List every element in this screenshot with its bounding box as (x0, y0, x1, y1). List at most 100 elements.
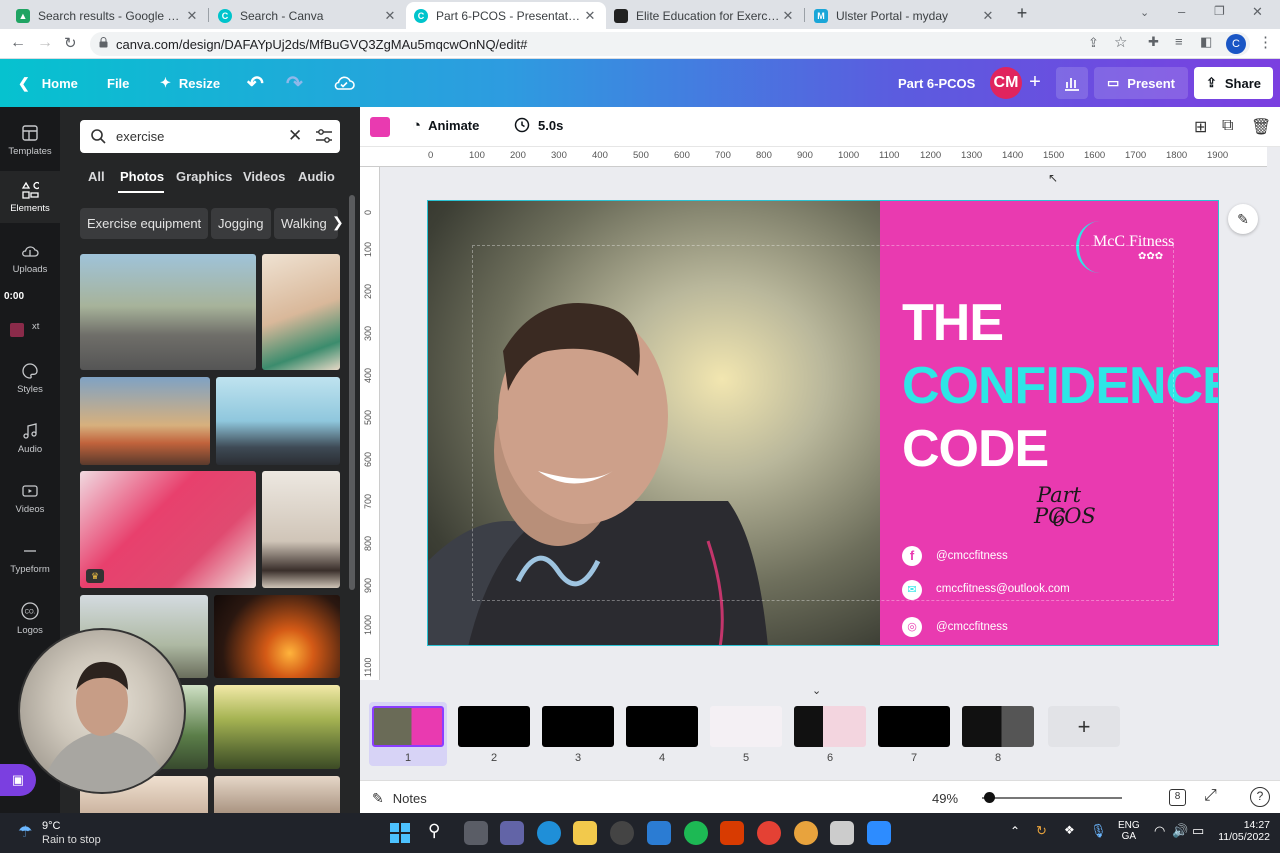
window-close-button[interactable]: ✕ (1252, 4, 1263, 20)
sync-icon[interactable]: ↻ (1036, 823, 1047, 839)
page-thumbnail-5[interactable] (710, 706, 782, 747)
wifi-icon[interactable]: ◠ (1154, 823, 1165, 839)
task-view-icon[interactable] (464, 821, 488, 845)
tab-elite-education[interactable]: Elite Education for Exercise Profe ✕ (606, 2, 804, 29)
file-explorer-icon[interactable] (573, 821, 597, 845)
side-panel-icon[interactable]: ◧ (1200, 34, 1212, 50)
rail-audio[interactable]: Audio (0, 413, 60, 463)
weather-icon[interactable]: ☂ (18, 822, 32, 842)
timing-button[interactable]: 5.0s (514, 117, 563, 133)
search-icon[interactable]: ⚲ (428, 821, 440, 841)
forward-arrow-icon[interactable]: → (37, 34, 53, 52)
redo-icon[interactable]: ↷ (286, 59, 303, 107)
page-thumbnail-2[interactable] (458, 706, 530, 747)
close-icon[interactable]: ✕ (780, 8, 796, 24)
profile-avatar[interactable]: C (1226, 34, 1246, 54)
minimize-button[interactable]: – (1178, 4, 1185, 19)
background-color-swatch[interactable] (370, 117, 390, 137)
suggestion-chip[interactable]: Exercise equipment (80, 208, 209, 239)
close-icon[interactable]: ✕ (184, 8, 200, 24)
rail-elements[interactable]: Elements (0, 171, 60, 223)
resize-button[interactable]: ✦ Resize (160, 59, 220, 107)
photo-thumbnail[interactable] (216, 377, 340, 465)
office-icon[interactable] (720, 821, 744, 845)
photo-thumbnail[interactable] (214, 685, 340, 769)
present-button[interactable]: ▭ Present (1094, 67, 1188, 99)
teams-icon[interactable] (500, 821, 524, 845)
camera-record-button[interactable]: ▣ (0, 764, 36, 796)
tab-google-drive[interactable]: ▲ Search results - Google Drive ✕ (8, 2, 208, 29)
clock[interactable]: 14:27 11/05/2022 (1214, 819, 1270, 843)
share-page-icon[interactable]: ⇪ (1088, 35, 1099, 51)
add-page-icon[interactable]: ⊞ (1194, 117, 1207, 137)
photo-thumbnail[interactable] (80, 254, 256, 370)
zoom-app-icon[interactable] (867, 821, 891, 845)
collaborator-avatar[interactable]: CM (990, 67, 1022, 99)
stop-record-icon[interactable] (10, 323, 24, 337)
delete-page-icon[interactable]: 🗑 (1251, 117, 1271, 137)
mail-icon[interactable] (647, 821, 671, 845)
battery-icon[interactable]: ▭ (1192, 823, 1204, 839)
store-icon[interactable] (610, 821, 634, 845)
home-button[interactable]: ❮ Home (18, 59, 78, 107)
language-indicator[interactable]: ENG GA (1118, 820, 1140, 842)
snipping-tool-icon[interactable] (830, 821, 854, 845)
maximize-button[interactable]: ❐ (1214, 4, 1225, 18)
instagram-handle[interactable]: @cmccfitness (936, 621, 1008, 633)
extensions-icon[interactable]: ✚ (1148, 34, 1159, 50)
zoom-slider-handle[interactable] (984, 792, 995, 803)
clear-search-icon[interactable]: ✕ (288, 126, 302, 146)
rail-typeform[interactable]: Typeform (0, 533, 60, 583)
volume-icon[interactable]: 🔊 (1172, 823, 1188, 839)
rail-templates[interactable]: Templates (0, 115, 60, 165)
page-thumbnail-6[interactable] (794, 706, 866, 747)
microphone-icon[interactable]: 🎙 (1090, 823, 1107, 839)
tab-search-icon[interactable]: ⌄ (1140, 6, 1149, 19)
duplicate-page-icon[interactable]: ⧉ (1222, 117, 1233, 135)
dropbox-icon[interactable]: ❖ (1064, 823, 1075, 837)
chevron-down-icon[interactable]: ⌄ (812, 684, 821, 697)
close-icon[interactable]: ✕ (980, 8, 996, 24)
file-menu-button[interactable]: File (107, 59, 129, 107)
panel-scrollbar[interactable] (349, 195, 355, 590)
insights-button[interactable] (1056, 67, 1088, 99)
page-thumbnail-7[interactable] (878, 706, 950, 747)
zoom-slider[interactable] (982, 797, 1122, 799)
add-page-button[interactable]: + (1048, 706, 1120, 747)
menu-kebab-icon[interactable]: ⋮ (1258, 33, 1273, 51)
document-title[interactable]: Part 6-PCOS (898, 59, 975, 107)
suggestion-chip[interactable]: Jogging (211, 208, 271, 239)
filter-icon[interactable] (315, 128, 333, 144)
reload-icon[interactable]: ↻ (64, 34, 77, 52)
weather-text[interactable]: Rain to stop (42, 834, 101, 846)
slide-page-1[interactable]: McC Fitness ✿✿✿ THE CONFIDENCE CODE Part… (427, 200, 1219, 646)
help-button[interactable]: ? (1250, 787, 1270, 807)
elements-search-input[interactable]: exercise ✕ (80, 120, 340, 153)
photo-thumbnail[interactable] (214, 776, 340, 816)
tab-audio[interactable]: Audio (298, 169, 335, 184)
page-thumbnail-3[interactable] (542, 706, 614, 747)
page-thumbnail-1[interactable] (372, 706, 444, 747)
bookmark-star-icon[interactable]: ☆ (1114, 33, 1127, 51)
undo-icon[interactable]: ↶ (247, 59, 264, 107)
windows-start-icon[interactable] (390, 823, 410, 843)
cloud-saved-icon[interactable] (333, 59, 355, 107)
tab-ulster-portal[interactable]: M Ulster Portal - myday ✕ (806, 2, 1004, 29)
chrome-icon[interactable] (757, 821, 781, 845)
back-arrow-icon[interactable]: ← (10, 34, 26, 52)
tab-canva-presentation[interactable]: C Part 6-PCOS - Presentation ✕ (406, 2, 606, 29)
add-collaborator-icon[interactable]: + (1024, 71, 1046, 93)
zoom-level[interactable]: 49% (932, 791, 958, 806)
chevron-right-icon[interactable]: ❯ (332, 214, 344, 231)
rail-styles[interactable]: Styles (0, 353, 60, 403)
spotify-icon[interactable] (684, 821, 708, 845)
close-icon[interactable]: ✕ (382, 8, 398, 24)
photo-thumbnail[interactable] (80, 377, 210, 465)
suggestion-chip[interactable]: Walking (274, 208, 338, 239)
page-thumbnail-4[interactable] (626, 706, 698, 747)
photo-thumbnail[interactable] (262, 471, 340, 588)
page-count-button[interactable]: 8 (1169, 789, 1186, 806)
photo-thumbnail[interactable]: ♛ (80, 471, 256, 588)
animate-button[interactable]: ◔ Animate (412, 117, 479, 134)
reading-list-icon[interactable]: ≡ (1175, 34, 1183, 49)
